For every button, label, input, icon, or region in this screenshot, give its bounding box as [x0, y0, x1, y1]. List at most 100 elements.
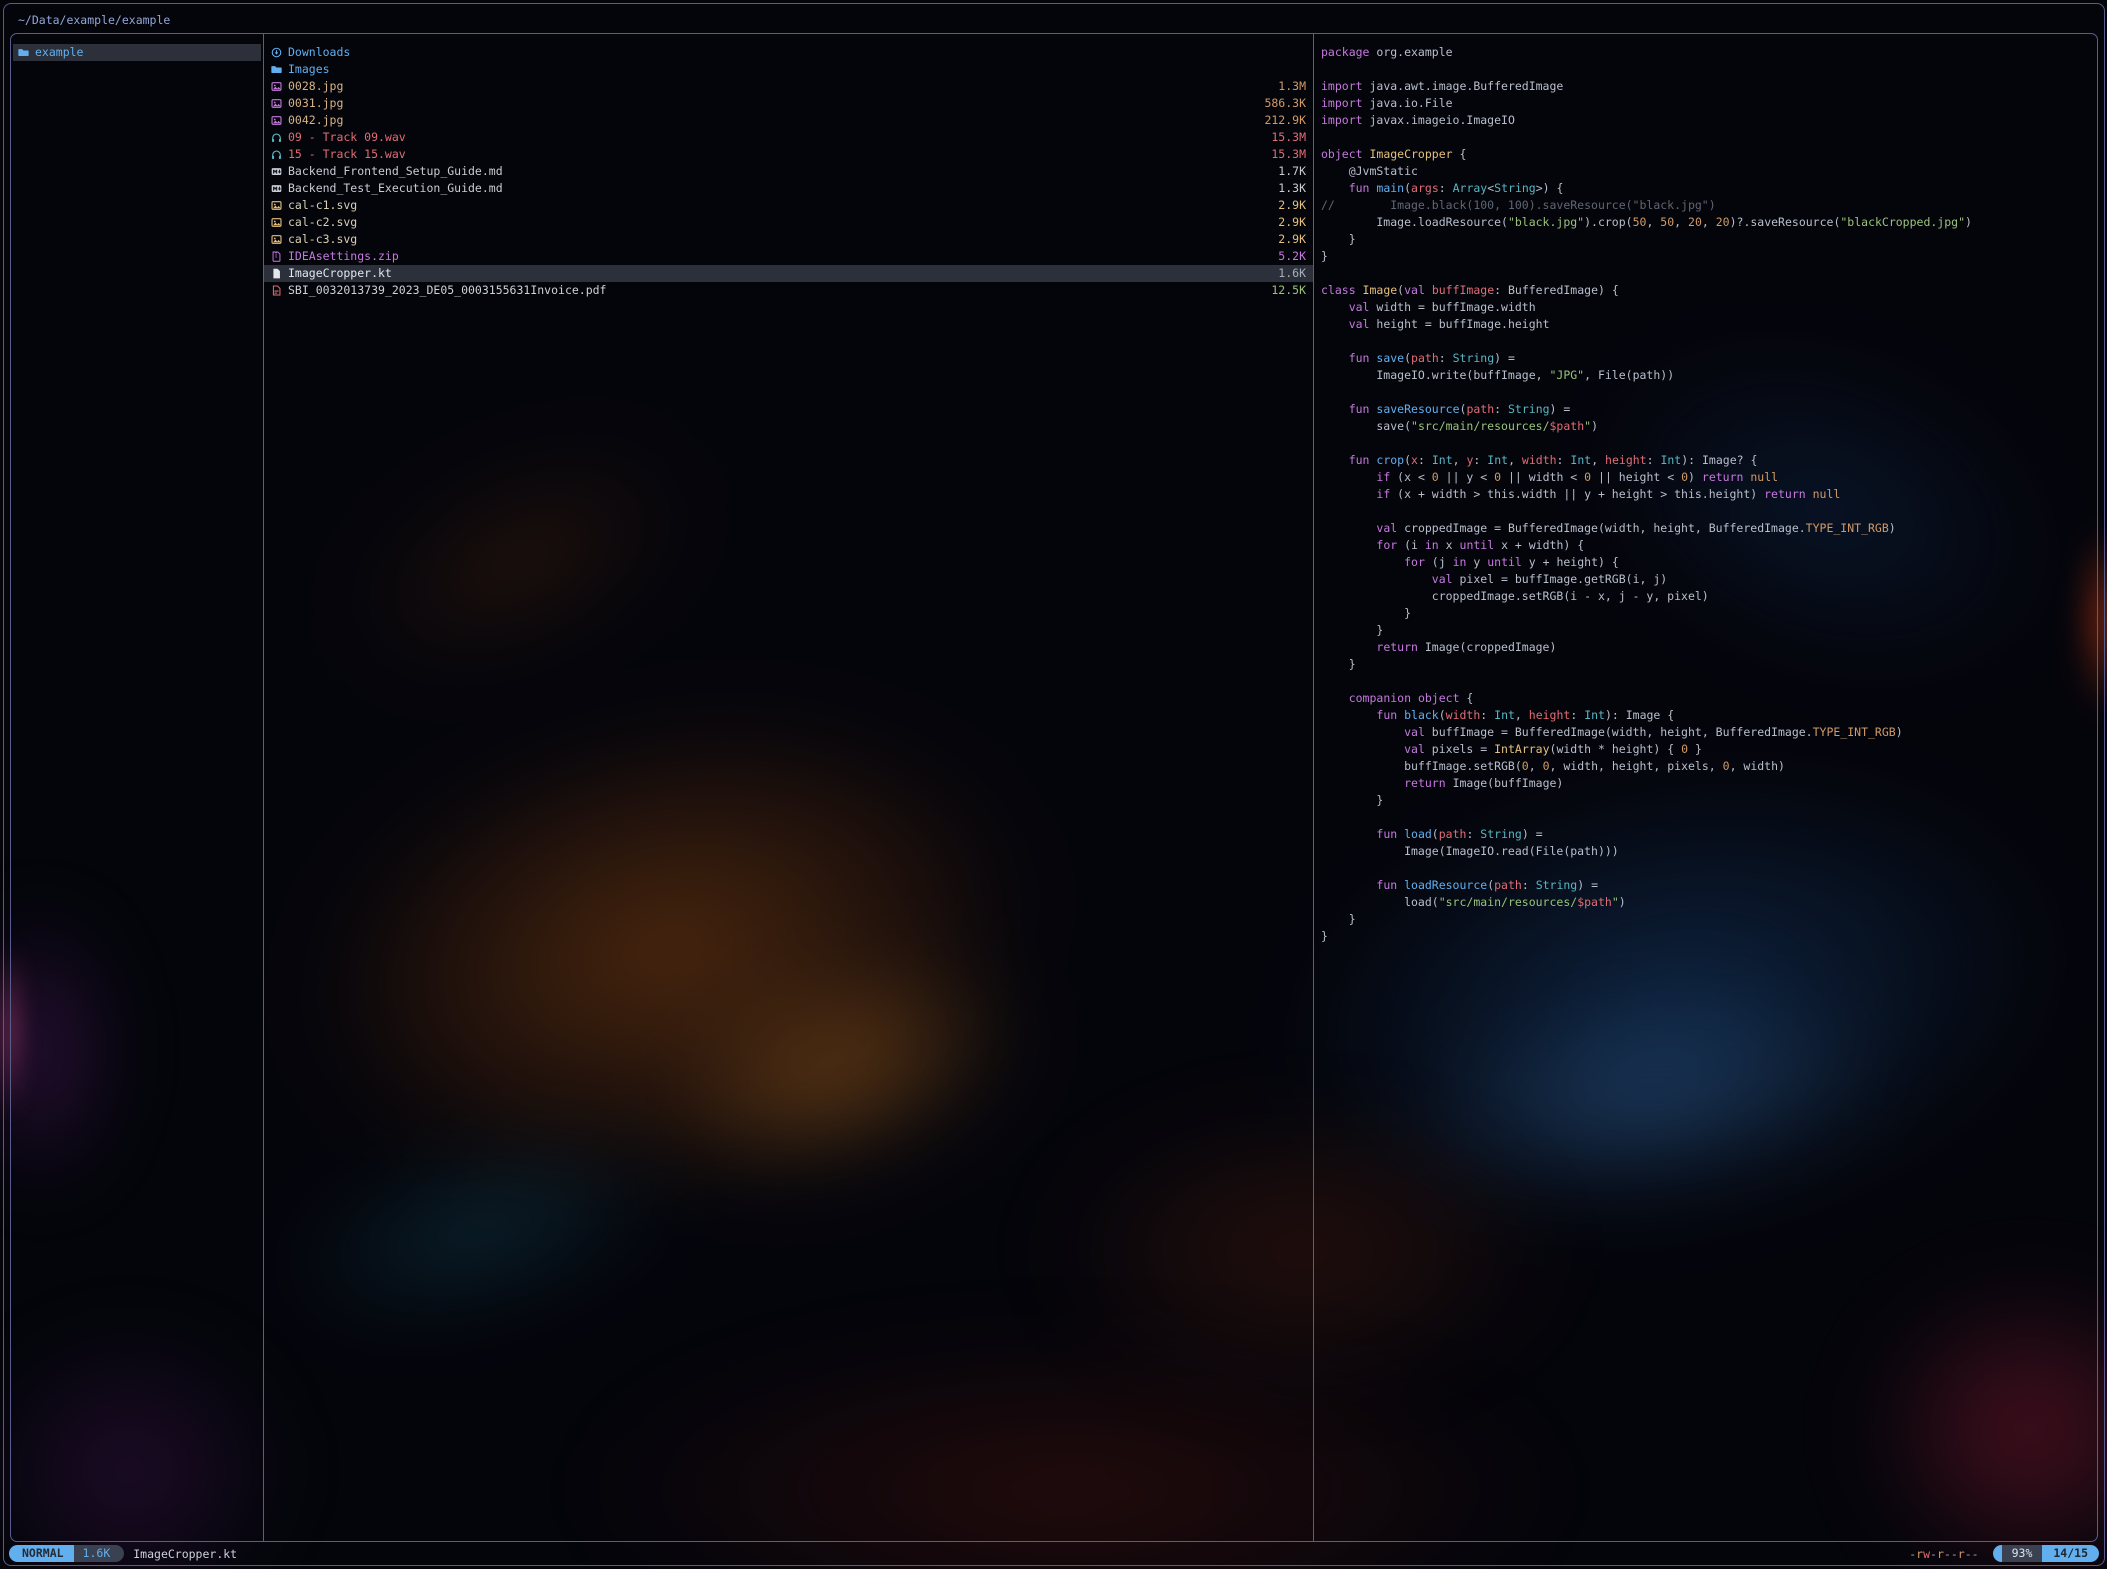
code-line: val pixels = IntArray(width * height) { …	[1321, 741, 2093, 758]
code-line	[1321, 265, 2093, 282]
code-line: object ImageCropper {	[1321, 146, 2093, 163]
file-size: 5.2K	[1278, 248, 1306, 265]
file-row[interactable]: SBI_0032013739_2023_DE05_0003155631Invoi…	[264, 282, 1313, 299]
code-line	[1321, 860, 2093, 877]
file-row[interactable]: 0031.jpg 586.3K	[264, 95, 1313, 112]
status-file-name: ImageCropper.kt	[133, 1547, 237, 1561]
file-row[interactable]: 15 - Track 15.wav 15.3M	[264, 146, 1313, 163]
code-line: }	[1321, 911, 2093, 928]
file-size: 586.3K	[1264, 95, 1306, 112]
image-icon	[271, 115, 288, 126]
code-line: import javax.imageio.ImageIO	[1321, 112, 2093, 129]
code-line: fun main(args: Array<String>) {	[1321, 180, 2093, 197]
selected-file-size: 1.6K	[74, 1545, 125, 1562]
file-name: 0028.jpg	[288, 78, 343, 95]
file-row[interactable]: 09 - Track 09.wav 15.3M	[264, 129, 1313, 146]
file-permissions: -rw-r--r--	[1909, 1547, 1978, 1561]
code-line: @JvmStatic	[1321, 163, 2093, 180]
pdf-icon	[271, 285, 288, 296]
file-name: Backend_Test_Execution_Guide.md	[288, 180, 503, 197]
markdown-icon	[271, 183, 288, 194]
code-line	[1321, 673, 2093, 690]
code-line: companion object {	[1321, 690, 2093, 707]
code-line: return Image(buffImage)	[1321, 775, 2093, 792]
code-line: }	[1321, 622, 2093, 639]
parent-item-example[interactable]: example	[13, 44, 261, 61]
file-name: 15 - Track 15.wav	[288, 146, 406, 163]
code-line: // Image.black(100, 100).saveResource("b…	[1321, 197, 2093, 214]
file-row[interactable]: IDEAsettings.zip 5.2K	[264, 248, 1313, 265]
file-row[interactable]: ImageCropper.kt1.6K	[264, 265, 1313, 282]
code-line: fun crop(x: Int, y: Int, width: Int, hei…	[1321, 452, 2093, 469]
code-line: croppedImage.setRGB(i - x, j - y, pixel)	[1321, 588, 2093, 605]
file-name: 09 - Track 09.wav	[288, 129, 406, 146]
parent-item-label: example	[35, 44, 83, 61]
status-bar: NORMAL 1.6K ImageCropper.kt -rw-r--r-- 9…	[9, 1544, 2099, 1563]
file-row[interactable]: Images	[264, 61, 1313, 78]
code-line: class Image(val buffImage: BufferedImage…	[1321, 282, 2093, 299]
vector-icon	[271, 217, 288, 228]
vector-icon	[271, 234, 288, 245]
file-size: 2.9K	[1278, 214, 1306, 231]
code-line: }	[1321, 231, 2093, 248]
archive-icon	[271, 251, 288, 262]
download-folder-icon	[271, 47, 288, 58]
file-name: 0042.jpg	[288, 112, 343, 129]
file-row[interactable]: cal-c3.svg2.9K	[264, 231, 1313, 248]
code-line	[1321, 333, 2093, 350]
code-line: val height = buffImage.height	[1321, 316, 2093, 333]
file-row[interactable]: 0028.jpg1.3M	[264, 78, 1313, 95]
audio-icon	[271, 132, 288, 143]
folder-icon	[18, 47, 35, 58]
file-name: IDEAsettings.zip	[288, 248, 399, 265]
file-name: cal-c3.svg	[288, 231, 357, 248]
code-line: package org.example	[1321, 44, 2093, 61]
preview-pane: package org.example import java.awt.imag…	[1314, 34, 2097, 1541]
file-size: 1.7K	[1278, 163, 1306, 180]
terminal-screen: ~/Data/example/example example Downloads…	[0, 0, 2107, 1569]
file-name: Images	[288, 61, 330, 78]
code-line	[1321, 384, 2093, 401]
image-icon	[271, 81, 288, 92]
code-line	[1321, 129, 2093, 146]
code-line	[1321, 61, 2093, 78]
file-row[interactable]: cal-c2.svg 2.9K	[264, 214, 1313, 231]
status-right-group: -rw-r--r-- 93% 14/15	[1909, 1545, 2099, 1562]
code-line: buffImage.setRGB(0, 0, width, height, pi…	[1321, 758, 2093, 775]
panes-container: example DownloadsImages0028.jpg1.3M0031.…	[10, 33, 2098, 1542]
code-line: }	[1321, 248, 2093, 265]
code-line: }	[1321, 928, 2093, 945]
code-line: fun save(path: String) =	[1321, 350, 2093, 367]
file-size: 15.3M	[1271, 129, 1306, 146]
code-line	[1321, 503, 2093, 520]
code-line: return Image(croppedImage)	[1321, 639, 2093, 656]
file-name: ImageCropper.kt	[288, 265, 392, 282]
code-line: import java.io.File	[1321, 95, 2093, 112]
parent-pane: example	[11, 34, 264, 1541]
scroll-percent: 93%	[2002, 1545, 2043, 1562]
code-line: for (i in x until x + width) {	[1321, 537, 2093, 554]
file-name: cal-c2.svg	[288, 214, 357, 231]
file-row[interactable]: Backend_Frontend_Setup_Guide.md 1.7K	[264, 163, 1313, 180]
code-line: val croppedImage = BufferedImage(width, …	[1321, 520, 2093, 537]
markdown-icon	[271, 166, 288, 177]
yazi-window: ~/Data/example/example example Downloads…	[3, 3, 2105, 1566]
file-row[interactable]: Backend_Test_Execution_Guide.md1.3K	[264, 180, 1313, 197]
file-row[interactable]: 0042.jpg212.9K	[264, 112, 1313, 129]
code-line: if (x < 0 || y < 0 || width < 0 || heigh…	[1321, 469, 2093, 486]
audio-icon	[271, 149, 288, 160]
pill-cap	[1993, 1545, 2002, 1562]
code-line: for (j in y until y + height) {	[1321, 554, 2093, 571]
code-line: ImageIO.write(buffImage, "JPG", File(pat…	[1321, 367, 2093, 384]
code-line: Image.loadResource("black.jpg").crop(50,…	[1321, 214, 2093, 231]
file-row[interactable]: Downloads	[264, 44, 1313, 61]
file-size: 15.3M	[1271, 146, 1306, 163]
code-line: if (x + width > this.width || y + height…	[1321, 486, 2093, 503]
file-name: Backend_Frontend_Setup_Guide.md	[288, 163, 503, 180]
file-name: 0031.jpg	[288, 95, 343, 112]
code-preview: package org.example import java.awt.imag…	[1321, 44, 2093, 945]
folder-icon	[271, 64, 288, 75]
file-row[interactable]: cal-c1.svg2.9K	[264, 197, 1313, 214]
file-size: 2.9K	[1278, 197, 1306, 214]
code-line: val buffImage = BufferedImage(width, hei…	[1321, 724, 2093, 741]
